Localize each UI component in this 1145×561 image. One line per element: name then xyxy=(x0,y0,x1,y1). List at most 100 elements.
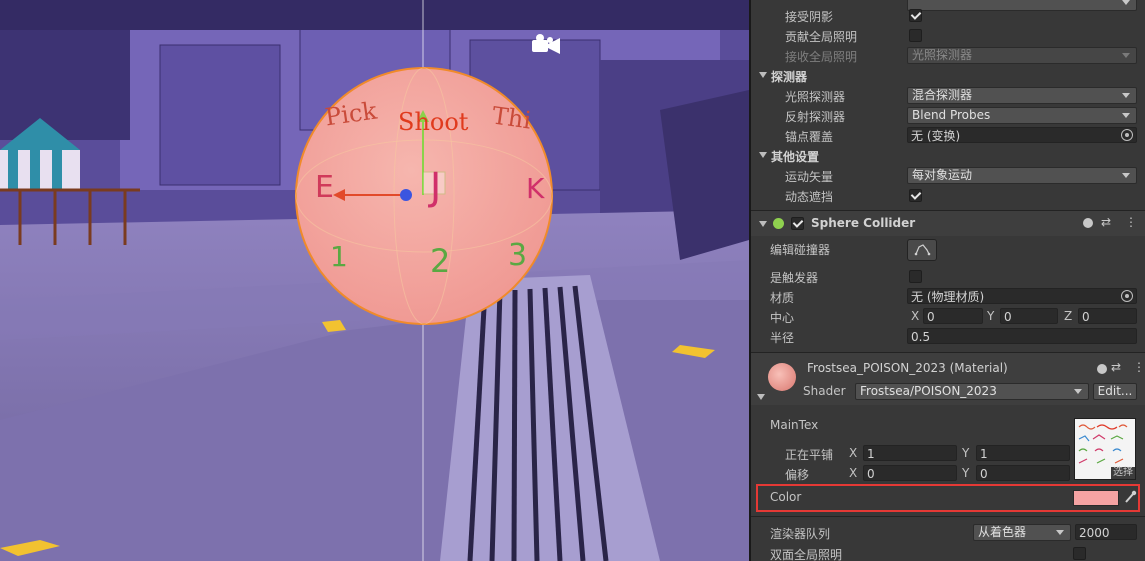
sphere-text-1: 1 xyxy=(330,240,348,273)
tiling-y-field[interactable]: 1 xyxy=(976,445,1070,461)
is-trigger-checkbox[interactable] xyxy=(909,270,922,283)
motion-vectors-label: 运动矢量 xyxy=(785,170,834,184)
anchor-override-field[interactable]: 无 (变换) xyxy=(907,127,1137,143)
receive-gi-label: 接收全局照明 xyxy=(785,50,858,64)
cast-shadows-dropdown[interactable] xyxy=(907,0,1137,11)
double-sided-gi-label: 双面全局照明 xyxy=(770,548,843,561)
light-probes-dropdown[interactable]: 混合探测器 xyxy=(907,87,1137,104)
physics-material-field[interactable]: 无 (物理材质) xyxy=(907,288,1137,304)
main-tex-thumbnail[interactable]: 选择 xyxy=(1074,418,1136,480)
scene-view[interactable]: Pick Shoot Thi E J K 1 2 3 xyxy=(0,0,749,561)
edit-collider-button[interactable] xyxy=(907,239,937,261)
center-z-field[interactable]: 0 xyxy=(1078,308,1137,324)
texture-select-label[interactable]: 选择 xyxy=(1111,467,1135,479)
offset-y-label: Y xyxy=(962,466,970,480)
sphere-text-3: 3 xyxy=(508,238,528,273)
center-y-value: 0 xyxy=(1004,310,1012,324)
material-title: Frostsea_POISON_2023 (Material) xyxy=(807,361,1008,375)
color-label: Color xyxy=(770,490,802,504)
physics-material-value: 无 (物理材质) xyxy=(911,290,985,304)
motion-vectors-dropdown[interactable]: 每对象运动 xyxy=(907,167,1137,184)
shader-edit-button[interactable]: Edit... xyxy=(1093,383,1137,400)
render-queue-mode-value: 从着色器 xyxy=(978,525,1027,539)
offset-y-field[interactable]: 0 xyxy=(976,465,1070,481)
center-x-field[interactable]: 0 xyxy=(923,308,983,324)
offset-y-value: 0 xyxy=(980,467,988,481)
anchor-override-label: 锚点覆盖 xyxy=(785,130,834,144)
other-settings-header[interactable]: 其他设置 xyxy=(771,148,819,165)
eyedropper-icon[interactable] xyxy=(1123,489,1137,505)
radius-label: 半径 xyxy=(770,331,795,345)
shader-label: Shader xyxy=(803,384,846,398)
render-queue-mode-dropdown[interactable]: 从着色器 xyxy=(973,524,1071,541)
light-probes-value: 混合探测器 xyxy=(912,88,973,102)
receive-gi-dropdown: 光照探测器 xyxy=(907,47,1137,64)
probes-header[interactable]: 探测器 xyxy=(771,68,807,85)
tiling-x-label: X xyxy=(849,446,858,460)
light-probes-label: 光照探测器 xyxy=(785,90,846,104)
offset-x-value: 0 xyxy=(867,467,875,481)
receive-shadows-label: 接受阴影 xyxy=(785,10,834,24)
contribute-gi-checkbox[interactable] xyxy=(909,29,922,42)
radius-field[interactable]: 0.5 xyxy=(907,328,1137,344)
center-x-label: X xyxy=(911,309,920,323)
sphere-collider-foldout-arrow[interactable] xyxy=(759,221,767,227)
anchor-override-picker-icon[interactable] xyxy=(1121,129,1133,141)
receive-shadows-checkbox[interactable] xyxy=(909,9,922,22)
dynamic-occlusion-label: 动态遮挡 xyxy=(785,190,834,204)
center-label: 中心 xyxy=(770,311,795,325)
material-help-icon[interactable] xyxy=(1097,364,1107,374)
render-queue-field[interactable]: 2000 xyxy=(1075,524,1137,540)
sphere-text-k: K xyxy=(526,172,545,205)
physics-material-picker-icon[interactable] xyxy=(1121,290,1133,302)
motion-vectors-value: 每对象运动 xyxy=(912,168,973,182)
tiling-y-value: 1 xyxy=(980,447,988,461)
material-preset-icon[interactable]: ⇄ xyxy=(1111,360,1121,374)
offset-x-label: X xyxy=(849,466,858,480)
edit-collider-label: 编辑碰撞器 xyxy=(770,243,831,257)
center-y-field[interactable]: 0 xyxy=(1000,308,1058,324)
tiling-x-field[interactable]: 1 xyxy=(863,445,957,461)
material-more-options-icon[interactable]: ⋮ xyxy=(1133,360,1145,374)
center-y-label: Y xyxy=(987,309,995,323)
edit-collider-icon xyxy=(914,244,931,256)
is-trigger-label: 是触发器 xyxy=(770,271,819,285)
receive-gi-value: 光照探测器 xyxy=(912,48,973,62)
dynamic-occlusion-checkbox[interactable] xyxy=(909,189,922,202)
color-swatch[interactable] xyxy=(1073,490,1119,506)
other-settings-foldout-arrow[interactable] xyxy=(759,152,767,158)
scene-canvas[interactable] xyxy=(0,0,749,561)
material-header[interactable]: Frostsea_POISON_2023 (Material) ⇄ ⋮ Shad… xyxy=(751,353,1145,405)
double-sided-gi-checkbox[interactable] xyxy=(1073,547,1086,560)
probes-foldout-arrow[interactable] xyxy=(759,72,767,78)
offset-label: 偏移 xyxy=(785,468,810,482)
radius-value: 0.5 xyxy=(911,330,931,344)
sphere-collider-title: Sphere Collider xyxy=(811,216,916,230)
inspector-panel: 接受阴影 贡献全局照明 接收全局照明 光照探测器 探测器 光照探测器 混合探测器… xyxy=(751,0,1145,561)
sphere-collider-header[interactable]: Sphere Collider ⇄ ⋮ xyxy=(751,211,1145,236)
offset-x-field[interactable]: 0 xyxy=(863,465,957,481)
material-foldout-arrow[interactable] xyxy=(757,394,765,400)
anchor-override-value: 无 (变换) xyxy=(911,129,961,143)
help-icon[interactable] xyxy=(1083,218,1093,228)
more-options-icon[interactable]: ⋮ xyxy=(1125,215,1137,229)
tiling-x-value: 1 xyxy=(867,447,875,461)
reflection-probes-value: Blend Probes xyxy=(912,108,991,122)
reflection-probes-dropdown[interactable]: Blend Probes xyxy=(907,107,1137,124)
preset-icon[interactable]: ⇄ xyxy=(1101,215,1111,229)
sphere-collider-enabled-checkbox[interactable] xyxy=(791,217,804,230)
material-preview-icon xyxy=(768,363,796,391)
sphere-text-thi: Thi xyxy=(490,101,533,135)
sphere-text-shoot: Shoot xyxy=(398,108,469,136)
separator xyxy=(751,516,1145,517)
tiling-y-label: Y xyxy=(962,446,970,460)
tiling-label: 正在平铺 xyxy=(785,448,834,462)
sphere-text-j: J xyxy=(430,165,442,209)
center-z-value: 0 xyxy=(1082,310,1090,324)
sphere-collider-icon xyxy=(773,218,784,229)
render-queue-label: 渲染器队列 xyxy=(770,527,831,541)
shader-dropdown[interactable]: Frostsea/POISON_2023 xyxy=(855,383,1089,400)
render-queue-value: 2000 xyxy=(1079,526,1110,540)
center-z-label: Z xyxy=(1064,309,1073,323)
sphere-text-2: 2 xyxy=(430,242,451,280)
